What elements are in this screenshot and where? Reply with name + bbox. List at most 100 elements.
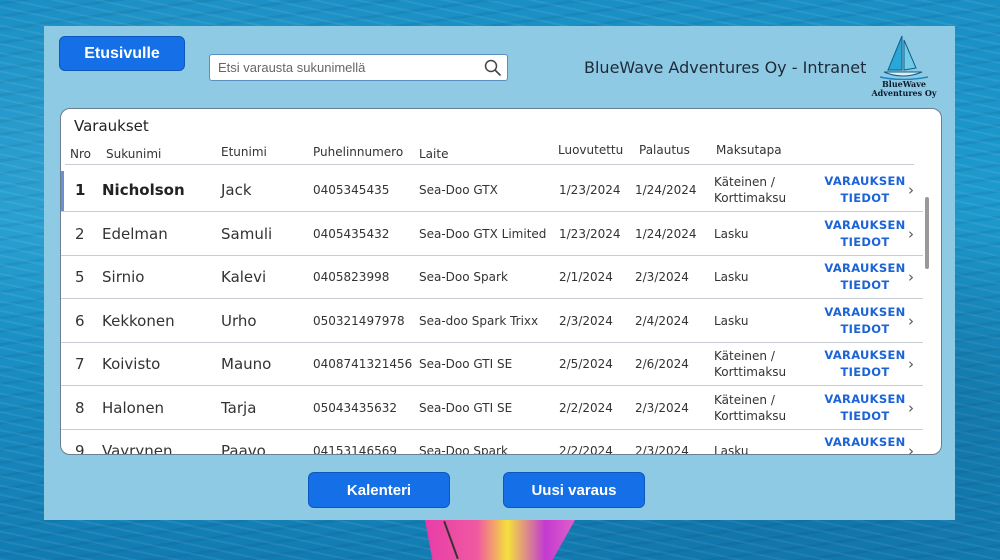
payment-line1: Lasku bbox=[714, 226, 749, 241]
cell-device: Sea-doo Spark Trixx bbox=[419, 313, 539, 328]
reservation-details-link[interactable]: VARAUKSEN TIEDOT bbox=[823, 391, 907, 425]
reservation-details-link[interactable]: VARAUKSEN TIEDOT bbox=[823, 347, 907, 381]
cell-last-name: Vayrynen bbox=[102, 442, 173, 455]
cell-device: Sea-Doo Spark bbox=[419, 444, 508, 455]
cell-phone: 04153146569 bbox=[313, 444, 397, 455]
table-row[interactable]: 7 Koivisto Mauno 0408741321456 Sea-Doo G… bbox=[61, 343, 923, 386]
cell-nro: 9 bbox=[75, 442, 85, 455]
cell-device: Sea-Doo Spark bbox=[419, 270, 508, 284]
cell-handed-out: 2/3/2024 bbox=[559, 313, 613, 328]
cell-payment: Lasku bbox=[714, 443, 749, 455]
payment-line1: Käteinen / bbox=[714, 392, 775, 407]
sailboat-icon bbox=[879, 35, 929, 81]
cell-nro: 1 bbox=[75, 181, 86, 199]
cell-returned: 2/6/2024 bbox=[635, 357, 689, 371]
new-reservation-button[interactable]: Uusi varaus bbox=[503, 472, 645, 508]
col-head-nro: Nro bbox=[70, 147, 91, 161]
cell-phone: 0405345435 bbox=[313, 183, 390, 197]
details-line1: VARAUKSEN bbox=[824, 217, 906, 232]
details-line2: TIEDOT bbox=[840, 408, 890, 423]
main-panel: Etusivulle BlueWave Adventures Oy - Intr… bbox=[44, 26, 955, 520]
cell-last-name: Nicholson bbox=[102, 181, 185, 199]
cell-handed-out: 1/23/2024 bbox=[559, 183, 621, 197]
calendar-button[interactable]: Kalenteri bbox=[308, 472, 450, 508]
cell-nro: 6 bbox=[75, 311, 85, 330]
cell-phone: 050321497978 bbox=[313, 313, 405, 328]
cell-phone: 05043435632 bbox=[313, 400, 397, 415]
cell-returned: 1/24/2024 bbox=[635, 226, 697, 241]
cell-phone: 0405435432 bbox=[313, 226, 390, 241]
table-row[interactable]: 2 Edelman Samuli 0405435432 Sea-Doo GTX … bbox=[61, 213, 923, 256]
cell-handed-out: 2/2/2024 bbox=[559, 400, 613, 415]
search-box[interactable] bbox=[209, 54, 508, 81]
details-line1: VARAUKSEN bbox=[824, 348, 906, 362]
table-row[interactable]: 8 Halonen Tarja 05043435632 Sea-Doo GTI … bbox=[61, 387, 923, 430]
cell-nro: 2 bbox=[75, 224, 85, 243]
payment-line2: Korttimaksu bbox=[714, 408, 787, 423]
cell-returned: 2/3/2024 bbox=[635, 270, 689, 284]
cell-first-name: Kalevi bbox=[221, 268, 267, 286]
payment-line2: Korttimaksu bbox=[714, 365, 787, 379]
cell-payment: Lasku bbox=[714, 269, 748, 285]
cell-returned: 1/24/2024 bbox=[635, 183, 697, 197]
table-row[interactable]: 1 Nicholson Jack 0405345435 Sea-Doo GTX … bbox=[61, 169, 923, 212]
details-line1: VARAUKSEN bbox=[824, 391, 906, 406]
cell-returned: 2/3/2024 bbox=[635, 444, 689, 455]
table-row[interactable]: 6 Kekkonen Urho 050321497978 Sea-doo Spa… bbox=[61, 300, 923, 343]
cell-last-name: Edelman bbox=[102, 224, 168, 243]
cell-last-name: Sirnio bbox=[102, 268, 145, 286]
cell-handed-out: 2/5/2024 bbox=[559, 357, 613, 371]
details-line1: VARAUKSEN bbox=[824, 435, 906, 449]
chevron-right-icon[interactable]: › bbox=[908, 225, 914, 243]
reservation-details-link[interactable]: VARAUKSEN TIEDOT bbox=[823, 173, 907, 207]
reservations-title: Varaukset bbox=[74, 117, 149, 135]
app-title: BlueWave Adventures Oy - Intranet bbox=[584, 58, 867, 77]
reservations-card: Varaukset Nro Sukunimi Etunimi Puhelinnu… bbox=[60, 108, 942, 455]
reservation-details-link[interactable]: VARAUKSEN TIEDOT bbox=[823, 434, 907, 454]
payment-line1: Lasku bbox=[714, 270, 749, 284]
chevron-right-icon[interactable]: › bbox=[908, 399, 914, 417]
chevron-right-icon[interactable]: › bbox=[908, 442, 914, 454]
cell-payment: Käteinen / Korttimaksu bbox=[714, 348, 786, 380]
payment-line1: Lasku bbox=[714, 444, 749, 455]
details-line2: TIEDOT bbox=[841, 452, 890, 454]
chevron-right-icon[interactable]: › bbox=[908, 181, 914, 199]
chevron-right-icon[interactable]: › bbox=[908, 312, 914, 330]
reservation-details-link[interactable]: VARAUKSEN TIEDOT bbox=[823, 304, 907, 338]
col-head-device: Laite bbox=[419, 147, 449, 161]
payment-line1: Käteinen / bbox=[714, 175, 775, 189]
reservation-list[interactable]: 1 Nicholson Jack 0405345435 Sea-Doo GTX … bbox=[61, 169, 923, 455]
col-head-phone: Puhelinnumero bbox=[313, 145, 404, 159]
list-scrollbar[interactable] bbox=[925, 197, 929, 269]
payment-line1: Käteinen / bbox=[714, 349, 775, 363]
cell-nro: 7 bbox=[75, 355, 85, 373]
details-line2: TIEDOT bbox=[840, 234, 890, 249]
chevron-right-icon[interactable]: › bbox=[908, 355, 914, 373]
cell-payment: Lasku bbox=[714, 313, 748, 329]
chevron-right-icon[interactable]: › bbox=[908, 268, 914, 286]
cell-returned: 2/4/2024 bbox=[635, 313, 689, 328]
reservation-details-link[interactable]: VARAUKSEN TIEDOT bbox=[823, 260, 907, 294]
table-row[interactable]: 9 Vayrynen Paavo 04153146569 Sea-Doo Spa… bbox=[61, 430, 923, 455]
cell-handed-out: 2/1/2024 bbox=[559, 270, 613, 284]
search-input[interactable] bbox=[218, 60, 479, 75]
reservation-details-link[interactable]: VARAUKSEN TIEDOT bbox=[823, 217, 907, 251]
cell-last-name: Koivisto bbox=[102, 355, 161, 373]
table-row[interactable]: 5 Sirnio Kalevi 0405823998 Sea-Doo Spark… bbox=[61, 256, 923, 299]
cell-device: Sea-Doo GTI SE bbox=[419, 400, 513, 415]
search-icon[interactable] bbox=[479, 55, 507, 80]
cell-first-name: Paavo bbox=[221, 442, 266, 455]
col-head-payment: Maksutapa bbox=[716, 143, 782, 157]
cell-device: Sea-Doo GTI SE bbox=[419, 357, 513, 371]
cell-nro: 8 bbox=[75, 398, 85, 417]
col-head-handed-out: Luovutettu bbox=[558, 143, 624, 157]
cell-nro: 5 bbox=[75, 268, 85, 286]
cell-last-name: Halonen bbox=[102, 398, 165, 417]
details-line2: TIEDOT bbox=[840, 365, 890, 379]
cell-payment: Käteinen / Korttimaksu bbox=[714, 174, 786, 206]
cell-handed-out: 2/2/2024 bbox=[559, 444, 613, 455]
cell-first-name: Tarja bbox=[221, 398, 257, 417]
home-button[interactable]: Etusivulle bbox=[59, 36, 185, 71]
cell-device: Sea-Doo GTX bbox=[419, 183, 498, 197]
cell-phone: 0405823998 bbox=[313, 270, 390, 284]
